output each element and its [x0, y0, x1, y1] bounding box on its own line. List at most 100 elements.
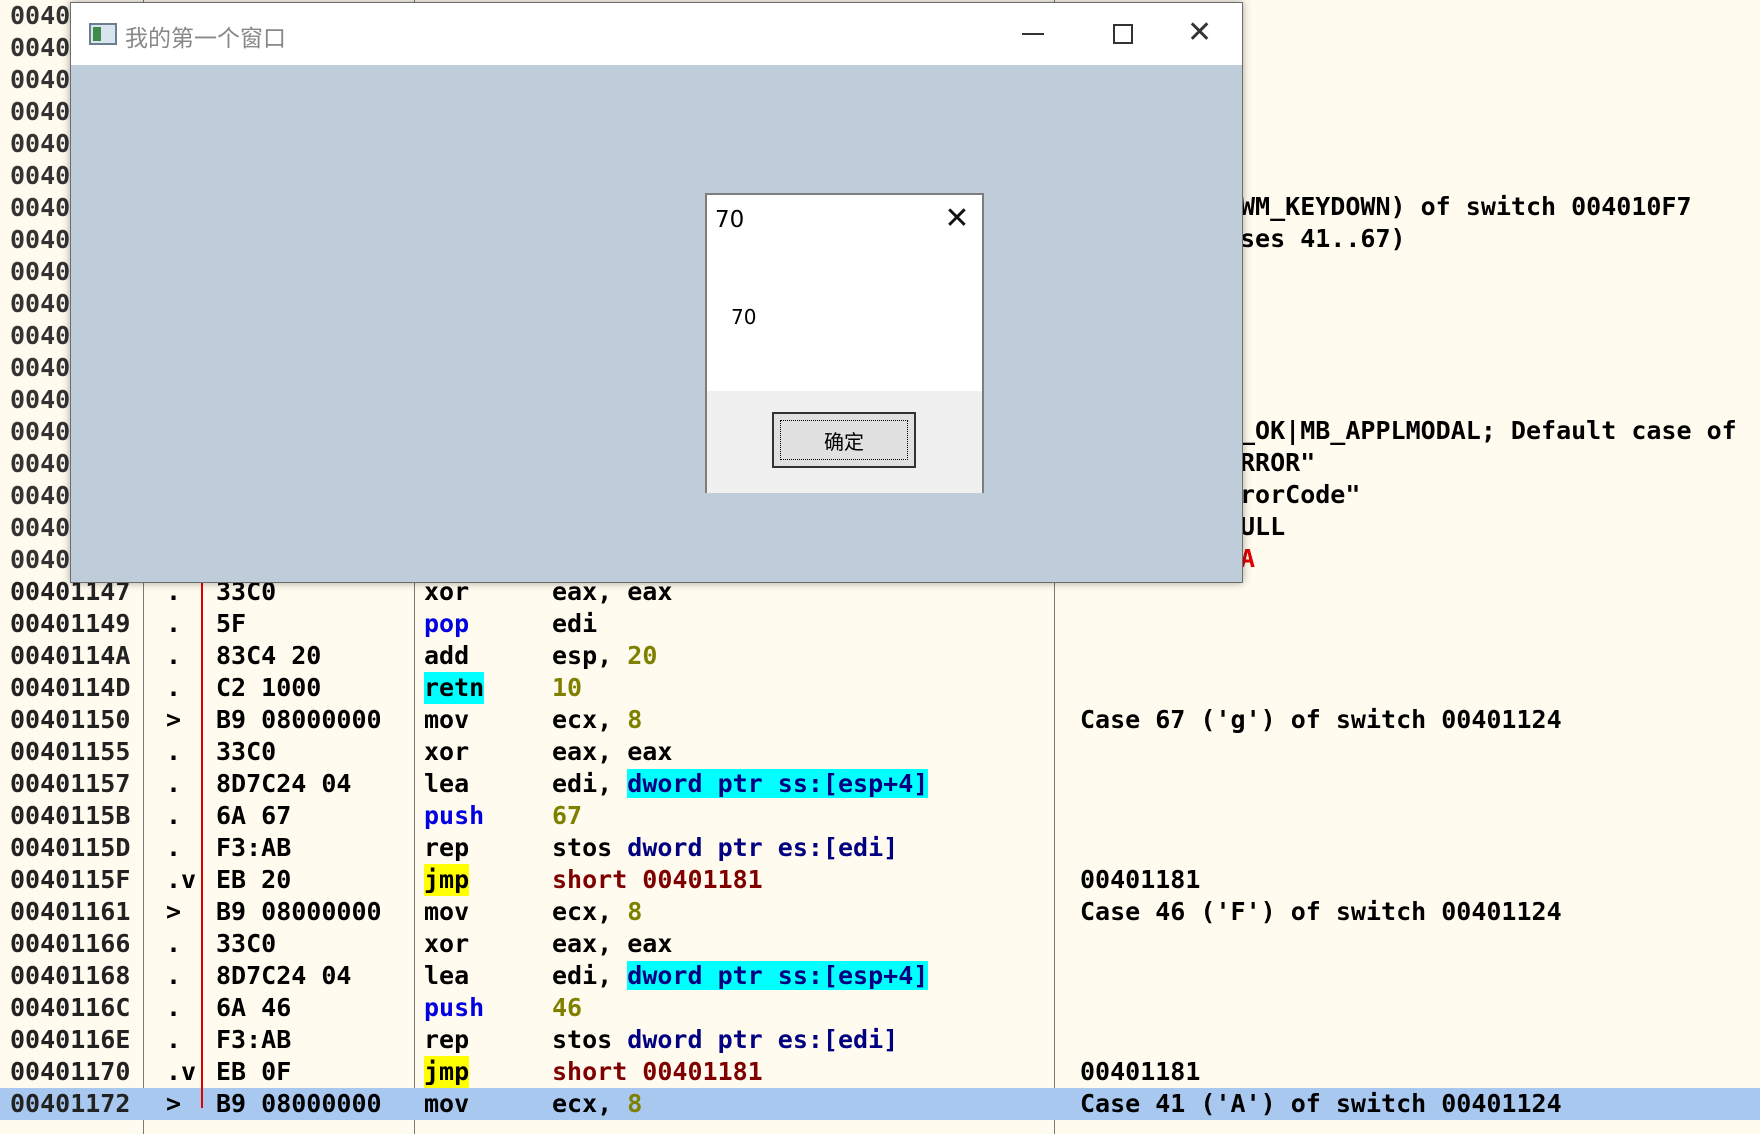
- message-box-text: 70: [731, 305, 757, 329]
- row-marker: .: [166, 673, 182, 702]
- disasm-row[interactable]: 0040114D. C2 1000 retn 10: [0, 672, 1760, 704]
- disasm-row[interactable]: 0040115B. 6A 67 push 67: [0, 800, 1760, 832]
- message-box[interactable]: 70 ✕ 70 确定: [705, 193, 984, 493]
- row-operand: 10: [552, 673, 583, 702]
- row-address: 00401166: [10, 929, 131, 958]
- title-bar[interactable]: 我的第一个窗口 ✕: [71, 3, 1242, 65]
- row-comment: Case 41 ('A') of switch 00401124: [1080, 1089, 1562, 1118]
- close-button[interactable]: ✕: [1169, 3, 1242, 65]
- row-operand: eax, eax: [552, 929, 673, 958]
- window-title: 我的第一个窗口: [125, 26, 286, 52]
- row-operand: edi, dword ptr ss:[esp+4]: [552, 961, 929, 990]
- row-operand: ecx, 8: [552, 897, 643, 926]
- row-operand: 67: [552, 801, 583, 830]
- message-box-close-button[interactable]: ✕: [937, 199, 977, 239]
- row-marker: .: [166, 769, 182, 798]
- comment-line: RROR": [1240, 448, 1316, 477]
- disasm-row[interactable]: 00401172 > B9 08000000 mov ecx, 8 Case 41 ('A…: [0, 1088, 1760, 1120]
- main-window[interactable]: 我的第一个窗口 ✕: [70, 2, 1243, 583]
- row-marker: .: [166, 1025, 182, 1054]
- row-mnemonic: xor: [424, 737, 470, 766]
- row-hex: 8D7C24 04: [216, 769, 352, 798]
- row-marker: .: [166, 993, 182, 1022]
- minimize-button[interactable]: [985, 3, 1077, 65]
- row-operand: eax, eax: [552, 737, 673, 766]
- close-icon: ✕: [944, 201, 970, 236]
- disasm-row[interactable]: 0040115F .v EB 20 jmp short 00401181 00401181: [0, 864, 1760, 896]
- row-marker: >: [166, 897, 182, 926]
- disasm-row[interactable]: 00401168. 8D7C24 04 lea edi, dword ptr ss:[…: [0, 960, 1760, 992]
- address-prefix: 0040: [10, 129, 71, 158]
- row-address: 00401172: [10, 1089, 131, 1118]
- row-mnemonic: xor: [424, 929, 470, 958]
- row-operand: ecx, 8: [552, 1089, 643, 1118]
- row-hex: 33C0: [216, 737, 277, 766]
- row-mnemonic: lea: [424, 769, 470, 798]
- row-mnemonic: mov: [424, 897, 470, 926]
- address-prefix: 0040: [10, 289, 71, 318]
- disasm-row[interactable]: 00401166. 33C0 xor eax, eax: [0, 928, 1760, 960]
- row-mnemonic: rep: [424, 1025, 470, 1054]
- row-hex: 5F: [216, 609, 247, 638]
- comment-line: ULL: [1240, 512, 1286, 541]
- row-address: 00401155: [10, 737, 131, 766]
- row-mnemonic: jmp: [424, 864, 470, 896]
- disasm-row[interactable]: 00401149. 5F pop edi: [0, 608, 1760, 640]
- row-mnemonic: rep: [424, 833, 470, 862]
- row-address: 00401161: [10, 897, 131, 926]
- row-mnemonic: lea: [424, 961, 470, 990]
- comment-line: ses 41..67): [1240, 224, 1406, 253]
- row-mnemonic: mov: [424, 1089, 470, 1118]
- row-hex: 33C0: [216, 929, 277, 958]
- disasm-row[interactable]: 0040114A. 83C4 20 add esp, 20: [0, 640, 1760, 672]
- row-address: 00401157: [10, 769, 131, 798]
- address-prefix: 0040: [10, 353, 71, 382]
- row-marker: .: [166, 833, 182, 862]
- row-address: 0040115B: [10, 801, 131, 830]
- row-comment: Case 46 ('F') of switch 00401124: [1080, 897, 1562, 926]
- disasm-row[interactable]: 00401161 > B9 08000000 mov ecx, 8 Case 46 ('F…: [0, 896, 1760, 928]
- disasm-row[interactable]: 00401150 > B9 08000000 mov ecx, 8 Case 67 ('g…: [0, 704, 1760, 736]
- row-address: 00401150: [10, 705, 131, 734]
- disasm-row[interactable]: 00401157. 8D7C24 04 lea edi, dword ptr ss:[…: [0, 768, 1760, 800]
- address-prefix: 0040: [10, 417, 71, 446]
- disasm-row[interactable]: 0040115D. F3:AB rep stos dword ptr es:[edi]: [0, 832, 1760, 864]
- row-marker: .: [166, 609, 182, 638]
- row-mnemonic: push: [424, 801, 485, 830]
- row-operand: edi, dword ptr ss:[esp+4]: [552, 769, 929, 798]
- address-prefix: 0040: [10, 193, 71, 222]
- disasm-row[interactable]: 0040116C. 6A 46 push 46: [0, 992, 1760, 1024]
- row-marker: >: [166, 705, 182, 734]
- disasm-row[interactable]: 0040116E. F3:AB rep stos dword ptr es:[edi]: [0, 1024, 1760, 1056]
- comment-line: _OK|MB_APPLMODAL; Default case of: [1240, 416, 1737, 445]
- address-prefix: 0040: [10, 513, 71, 542]
- row-hex: B9 08000000: [216, 1089, 382, 1118]
- row-comment: 00401181: [1080, 1057, 1201, 1086]
- row-operand: esp, 20: [552, 641, 658, 670]
- row-hex: F3:AB: [216, 833, 292, 862]
- row-address: 0040114D: [10, 673, 131, 702]
- row-operand: stos dword ptr es:[edi]: [552, 1025, 899, 1054]
- comment-line: rorCode": [1240, 480, 1361, 509]
- row-operand: short 00401181: [552, 1057, 763, 1086]
- row-operand: ecx, 8: [552, 705, 643, 734]
- address-prefix: 0040: [10, 385, 71, 414]
- ok-button[interactable]: 确定: [772, 412, 916, 468]
- row-marker: .: [166, 961, 182, 990]
- row-hex: 8D7C24 04: [216, 961, 352, 990]
- row-marker: .: [166, 929, 182, 958]
- maximize-button[interactable]: [1077, 3, 1169, 65]
- close-icon: ✕: [1187, 15, 1213, 50]
- row-address: 0040116C: [10, 993, 131, 1022]
- row-mnemonic: pop: [424, 609, 470, 638]
- row-operand: 46: [552, 993, 583, 1022]
- row-mnemonic: mov: [424, 705, 470, 734]
- disasm-row[interactable]: 00401170 .v EB 0F jmp short 00401181 00401181: [0, 1056, 1760, 1088]
- row-hex: 6A 67: [216, 801, 292, 830]
- row-comment: Case 67 ('g') of switch 00401124: [1080, 705, 1562, 734]
- row-hex: F3:AB: [216, 1025, 292, 1054]
- disasm-row[interactable]: 00401155. 33C0 xor eax, eax: [0, 736, 1760, 768]
- address-prefix: 0040: [10, 321, 71, 350]
- row-hex: EB 0F: [216, 1057, 292, 1086]
- address-prefix: 0040: [10, 1, 71, 30]
